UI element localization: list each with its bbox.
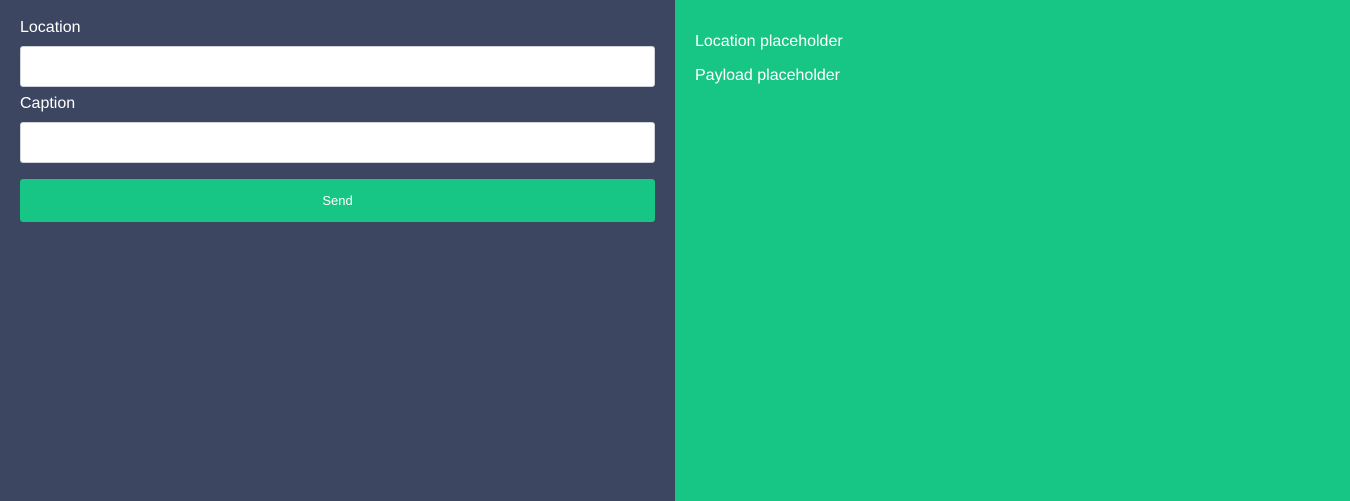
location-output: Location placeholder [695,33,843,50]
caption-label: Caption [20,95,76,112]
output-panel: Location placeholder Payload placeholder [675,0,1350,501]
send-button[interactable]: Send [20,179,655,222]
page: Location Caption Send Location placehold… [0,0,1350,501]
location-input[interactable] [20,46,655,87]
location-label: Location [20,19,81,36]
payload-output: Payload placeholder [695,67,840,84]
caption-input[interactable] [20,122,655,163]
form-panel: Location Caption Send [0,0,675,501]
